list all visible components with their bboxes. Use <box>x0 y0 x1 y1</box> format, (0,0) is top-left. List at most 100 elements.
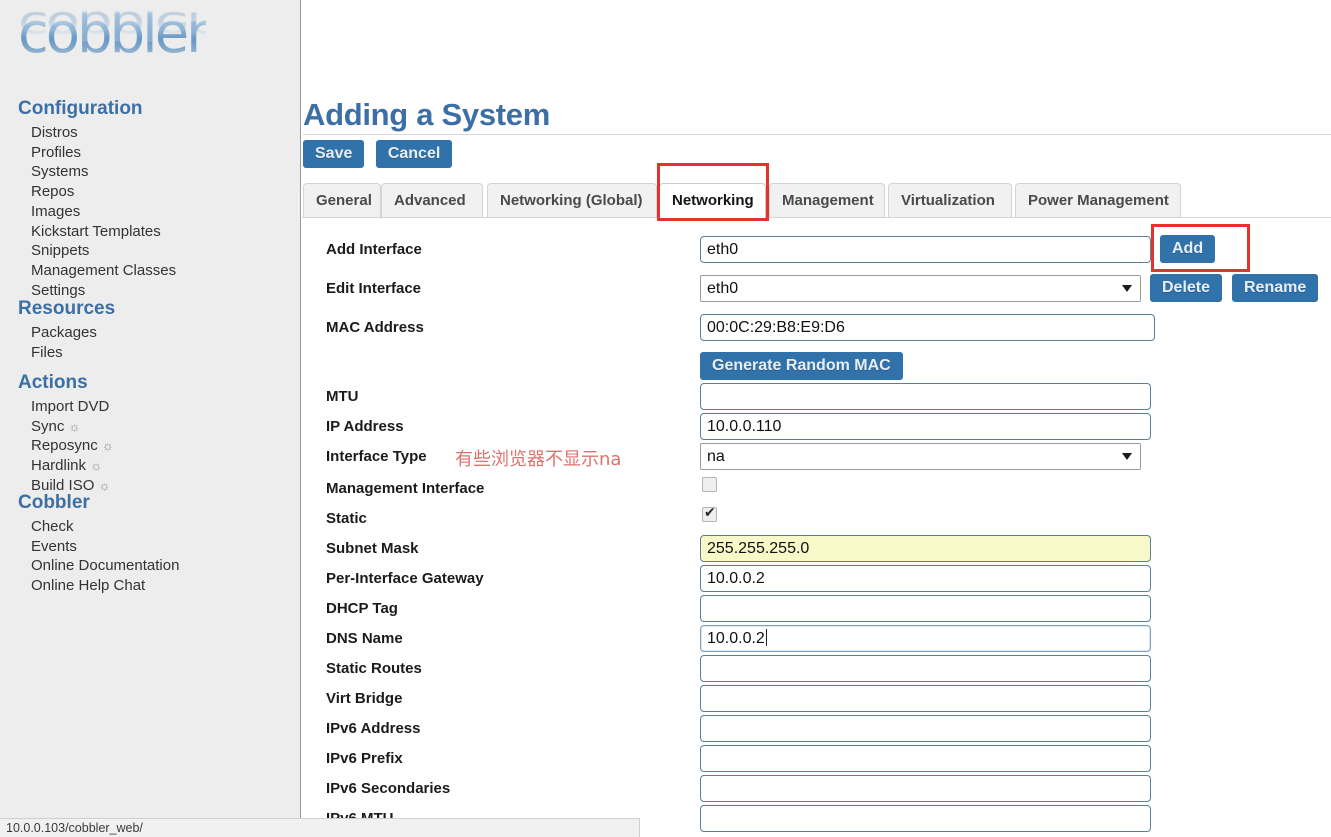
management-interface-checkbox[interactable] <box>702 477 717 492</box>
sidebar-item-label: Hardlink <box>31 457 87 475</box>
cancel-button[interactable]: Cancel <box>375 140 453 168</box>
page-title: Adding a System <box>303 97 550 132</box>
interface-type-annotation: 有些浏览器不显示na <box>455 449 622 470</box>
label-subnet-mask: Subnet Mask <box>326 540 419 557</box>
form-row-mac-address: MAC Address 00:0C:29:B8:E9:D6 <box>302 314 1331 349</box>
interface-type-select[interactable]: na <box>700 443 1141 470</box>
add-interface-input[interactable]: eth0 <box>700 236 1151 263</box>
edit-interface-selected-value: eth0 <box>707 280 739 297</box>
save-button[interactable]: Save <box>303 140 365 168</box>
ip-address-input[interactable]: 10.0.0.110 <box>700 413 1151 440</box>
tab-virtualization[interactable]: Virtualization <box>888 183 1012 218</box>
label-per-interface-gateway: Per-Interface Gateway <box>326 570 484 587</box>
sidebar-item-files[interactable]: Files <box>0 343 115 363</box>
sidebar-item-online-help-chat[interactable]: Online Help Chat <box>0 576 179 596</box>
label-static-routes: Static Routes <box>326 660 422 677</box>
tab-management[interactable]: Management <box>769 183 885 218</box>
sidebar-group-cobbler: Cobbler Check Events Online Documentatio… <box>0 492 179 596</box>
logo-reflection: cobbler <box>18 3 207 48</box>
tab-strip-underline <box>302 217 1331 218</box>
sidebar-item-profiles[interactable]: Profiles <box>0 143 176 163</box>
label-ip-address: IP Address <box>326 418 404 435</box>
virt-bridge-input[interactable] <box>700 685 1151 712</box>
action-button-row: Save Cancel <box>303 140 453 168</box>
cobbler-logo[interactable]: cobbler cobbler <box>18 3 258 86</box>
sidebar-item-online-documentation[interactable]: Online Documentation <box>0 556 179 576</box>
form-row-add-interface: Add Interface eth0 Add <box>302 224 1331 272</box>
sidebar-item-images[interactable]: Images <box>0 202 176 222</box>
tab-networking-global[interactable]: Networking (Global) <box>487 183 657 218</box>
sidebar-group-resources: Resources Packages Files <box>0 298 115 362</box>
ipv6-prefix-input[interactable] <box>700 745 1151 772</box>
label-ipv6-secondaries: IPv6 Secondaries <box>326 780 451 797</box>
title-divider <box>303 134 1331 135</box>
sidebar-item-systems[interactable]: Systems <box>0 162 176 182</box>
label-ipv6-prefix: IPv6 Prefix <box>326 750 403 767</box>
sidebar-item-snippets[interactable]: Snippets <box>0 241 176 261</box>
form-row-edit-interface: Edit Interface eth0 Delete Rename <box>302 274 1331 310</box>
label-management-interface: Management Interface <box>326 480 485 497</box>
sun-icon: ☼ <box>90 458 103 474</box>
sidebar: cobbler cobbler Configuration Distros Pr… <box>0 0 301 821</box>
label-dhcp-tag: DHCP Tag <box>326 600 398 617</box>
generate-random-mac-button[interactable]: Generate Random MAC <box>700 352 903 380</box>
per-interface-gateway-input[interactable]: 10.0.0.2 <box>700 565 1151 592</box>
subnet-mask-input[interactable]: 255.255.255.0 <box>700 535 1151 562</box>
sidebar-item-packages[interactable]: Packages <box>0 323 115 343</box>
sidebar-item-label: Reposync <box>31 437 98 455</box>
tab-advanced[interactable]: Advanced <box>381 183 483 218</box>
sidebar-item-distros[interactable]: Distros <box>0 123 176 143</box>
browser-status-bar: 10.0.0.103/cobbler_web/ <box>0 818 640 837</box>
sidebar-heading-resources: Resources <box>18 298 116 319</box>
sun-icon: ☼ <box>101 438 114 454</box>
tab-power-management[interactable]: Power Management <box>1015 183 1181 218</box>
static-checkbox[interactable] <box>702 504 717 522</box>
sun-icon: ☼ <box>68 418 81 434</box>
sidebar-item-kickstart-templates[interactable]: Kickstart Templates <box>0 222 176 242</box>
add-interface-button[interactable]: Add <box>1160 235 1216 263</box>
tab-strip: General Advanced Networking (Global) Net… <box>302 163 1331 221</box>
sidebar-item-repos[interactable]: Repos <box>0 182 176 202</box>
sidebar-heading-configuration: Configuration <box>18 98 143 119</box>
sidebar-item-events[interactable]: Events <box>0 537 179 557</box>
label-edit-interface: Edit Interface <box>326 280 422 297</box>
mac-address-input[interactable]: 00:0C:29:B8:E9:D6 <box>700 314 1155 341</box>
sidebar-item-management-classes[interactable]: Management Classes <box>0 261 176 281</box>
sidebar-group-configuration: Configuration Distros Profiles Systems R… <box>0 98 176 300</box>
label-add-interface: Add Interface <box>326 241 422 258</box>
ipv6-secondaries-input[interactable] <box>700 775 1151 802</box>
text-caret <box>765 629 767 646</box>
sidebar-item-import-dvd[interactable]: Import DVD <box>0 397 114 417</box>
label-ipv6-address: IPv6 Address <box>326 720 421 737</box>
form-row-interface-type: Interface Type 有些浏览器不显示na na <box>302 443 1331 478</box>
sun-icon: ☼ <box>98 477 111 493</box>
label-mac-address: MAC Address <box>326 319 424 336</box>
sidebar-item-sync[interactable]: Sync ☼ <box>0 417 114 437</box>
tab-networking[interactable]: Networking <box>659 183 766 218</box>
cobbler-web-page: cobbler cobbler Configuration Distros Pr… <box>0 0 1331 837</box>
sidebar-group-actions: Actions Import DVD Sync ☼ Reposync ☼ Har… <box>0 372 114 496</box>
static-routes-input[interactable] <box>700 655 1151 682</box>
ipv6-address-input[interactable] <box>700 715 1151 742</box>
rename-interface-button[interactable]: Rename <box>1232 274 1319 302</box>
edit-interface-select[interactable]: eth0 <box>700 275 1141 302</box>
delete-interface-button[interactable]: Delete <box>1150 274 1223 302</box>
main-content: Adding a System Save Cancel General Adva… <box>302 0 1331 837</box>
interface-type-selected-value: na <box>707 448 725 465</box>
chevron-down-icon <box>1122 453 1132 460</box>
dns-name-input[interactable]: 10.0.0.2 <box>700 625 1151 652</box>
form-row-management-interface: Management Interface <box>302 477 1331 510</box>
sidebar-item-reposync[interactable]: Reposync ☼ <box>0 436 114 456</box>
tab-general[interactable]: General <box>303 183 381 218</box>
ipv6-mtu-input[interactable] <box>700 805 1151 832</box>
sidebar-heading-actions: Actions <box>18 372 88 393</box>
sidebar-item-label: Import DVD <box>31 398 110 415</box>
label-mtu: MTU <box>326 388 359 405</box>
label-dns-name: DNS Name <box>326 630 403 647</box>
dhcp-tag-input[interactable] <box>700 595 1151 622</box>
sidebar-item-check[interactable]: Check <box>0 517 179 537</box>
label-virt-bridge: Virt Bridge <box>326 690 403 707</box>
mtu-input[interactable] <box>700 383 1151 410</box>
sidebar-item-hardlink[interactable]: Hardlink ☼ <box>0 456 114 476</box>
dns-name-value: 10.0.0.2 <box>707 630 765 647</box>
